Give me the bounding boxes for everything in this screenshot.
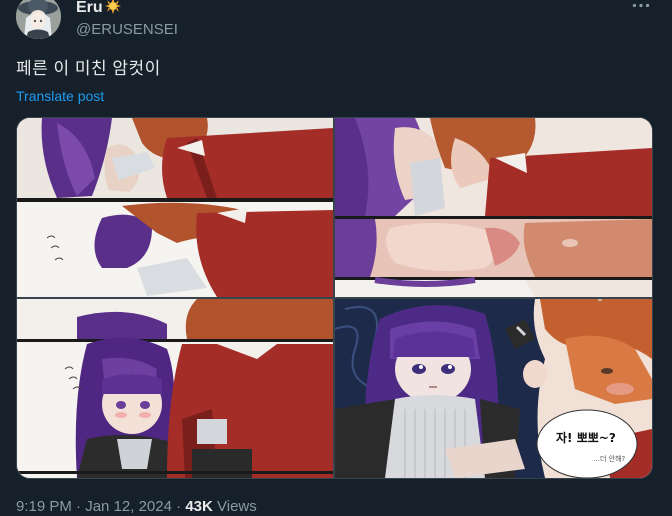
translate-post-link[interactable]: Translate post [16, 87, 104, 105]
avatar-image [16, 0, 61, 39]
tweet-time[interactable]: 9:19 PM [16, 498, 72, 515]
meta-separator: · [71, 498, 86, 515]
tweet-meta: 9:19 PM · Jan 12, 2024 · 43K Views [16, 497, 257, 516]
more-icon [632, 3, 650, 7]
media-panel-3[interactable] [17, 299, 333, 478]
views-label: Views [212, 498, 257, 515]
media-panel-4[interactable]: 자! 뽀뽀~? …더 안해? [335, 299, 652, 478]
speech-bubble-text: 자! 뽀뽀~? [556, 431, 616, 445]
manga-panel-image [335, 118, 652, 297]
avatar[interactable] [16, 0, 61, 39]
media-grid: 자! 뽀뽀~? …더 안해? [16, 117, 653, 479]
manga-panel-image [17, 299, 333, 478]
tweet-text: 페른 이 미친 암컷이 [16, 59, 161, 78]
author-handle[interactable]: @ERUSENSEI [76, 21, 178, 39]
author-name-text: Eru [76, 0, 103, 16]
media-panel-1[interactable] [17, 118, 333, 297]
author-display-name[interactable]: Eru [76, 0, 122, 17]
views-count: 43K [185, 498, 213, 515]
sun-emoji-icon [104, 0, 121, 14]
meta-separator-2: · [171, 498, 186, 515]
tweet-container: Eru @ERUSENSEI 페른 이 미친 암컷이 Translate pos… [0, 0, 672, 516]
tweet-date[interactable]: Jan 12, 2024 [85, 498, 172, 515]
more-options-button[interactable] [630, 0, 652, 12]
manga-panel-image [17, 118, 333, 297]
speech-bubble-small-text: …더 안해? [593, 455, 626, 463]
media-panel-2[interactable] [335, 118, 652, 297]
manga-panel-image [335, 299, 652, 478]
